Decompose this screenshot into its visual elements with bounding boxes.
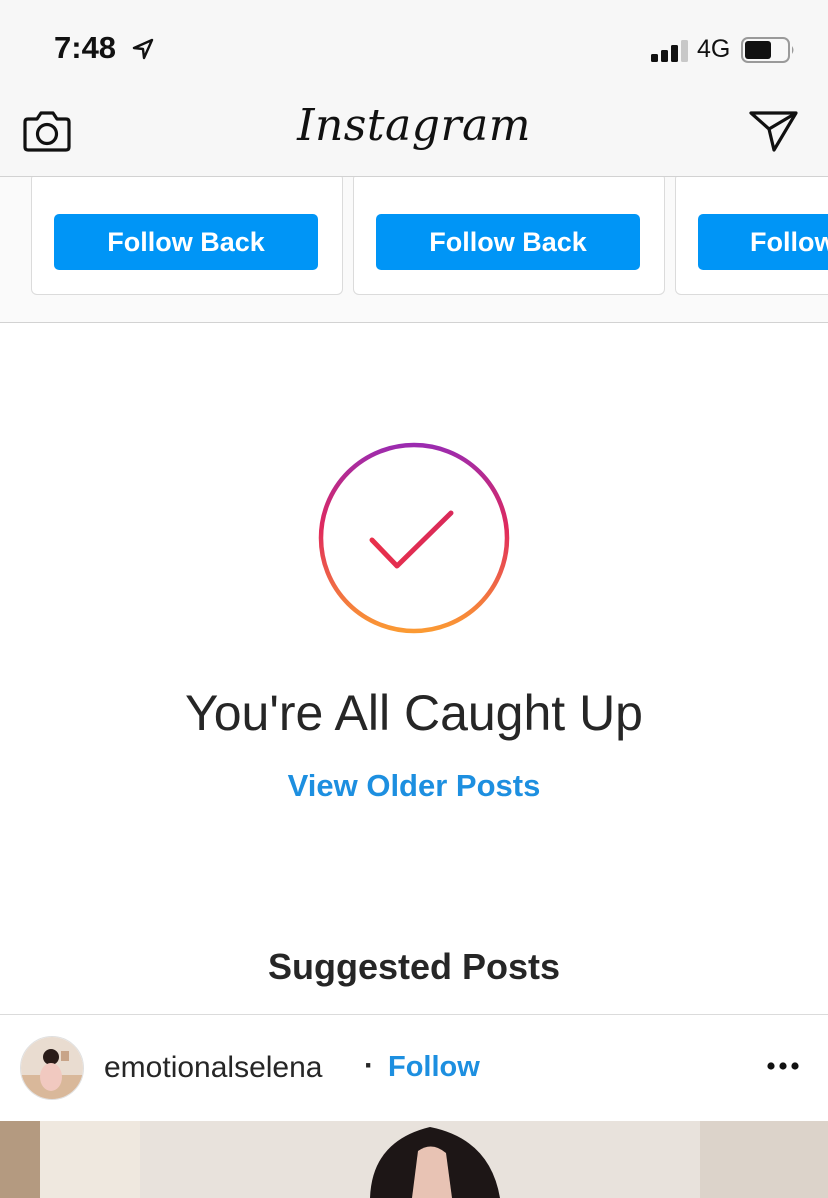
separator-dot: · [364, 1049, 374, 1082]
post-image[interactable] [0, 1121, 828, 1198]
more-options-icon[interactable] [766, 1061, 800, 1071]
post-username[interactable]: emotionalselena [104, 1051, 322, 1085]
signal-icon [651, 40, 688, 62]
follow-back-button[interactable]: Follow Back [698, 214, 828, 270]
top-nav-bar: Instagram [0, 96, 828, 177]
location-arrow-icon [132, 38, 154, 60]
follow-back-button[interactable]: Follow Back [54, 214, 318, 270]
view-older-posts-link[interactable]: View Older Posts [0, 768, 828, 804]
caught-up-title: You're All Caught Up [184, 685, 643, 741]
status-time: 7:48 [54, 30, 117, 65]
caught-up-check-icon [318, 442, 510, 634]
suggestion-card: Follow Back [353, 177, 665, 295]
suggested-accounts-carousel[interactable]: Follow Back Follow Back Follow Back [0, 177, 828, 323]
suggestion-card: Follow Back [31, 177, 343, 295]
network-type: 4G [697, 35, 731, 63]
status-bar: 7:48 4G [0, 0, 828, 96]
suggested-posts-heading: Suggested Posts [267, 946, 561, 987]
follow-link[interactable]: Follow [388, 1051, 480, 1084]
post-header: emotionalselena · Follow [0, 1015, 828, 1121]
battery-icon [741, 37, 794, 63]
follow-back-button[interactable]: Follow Back [376, 214, 640, 270]
instagram-logo[interactable]: Instagram [0, 100, 828, 151]
avatar[interactable] [20, 1036, 84, 1100]
direct-message-icon[interactable] [748, 108, 800, 154]
avatar-image [21, 1037, 83, 1099]
suggestion-card: Follow Back [675, 177, 828, 295]
